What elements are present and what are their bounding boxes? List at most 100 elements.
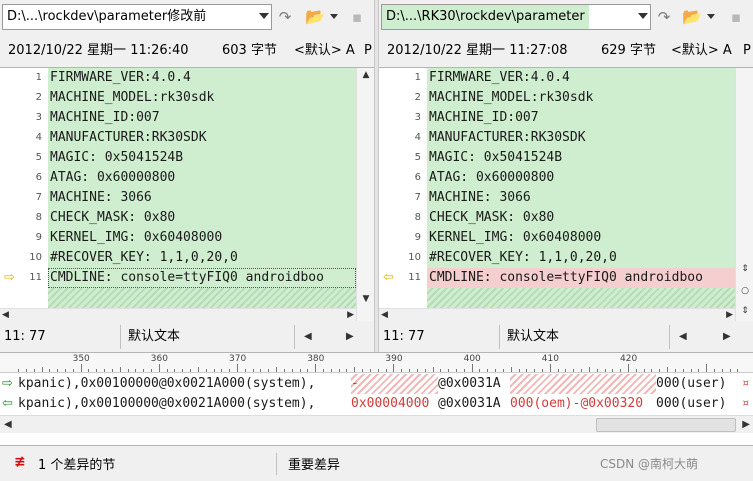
divider <box>120 325 121 349</box>
arrow-right-icon: ⇨ <box>2 376 13 391</box>
folder-open-icon[interactable]: 📂 <box>681 7 703 27</box>
chevron-down-icon[interactable] <box>638 13 648 19</box>
left-path-text[interactable]: D:\...\rockdev\parameter修改前 <box>3 5 210 29</box>
text-line[interactable]: CHECK_MASK: 0x80 <box>427 208 735 228</box>
scroll-right-icon[interactable]: ▶ <box>726 310 733 320</box>
same-segment: kpanic),0x00100000@0x0021A000(system), <box>18 376 316 391</box>
scroll-down-icon[interactable]: ▼ <box>361 294 371 304</box>
text-line[interactable]: MACHINE_ID:007 <box>427 108 735 128</box>
chevron-down-icon[interactable] <box>330 14 338 19</box>
text-line[interactable]: CHECK_MASK: 0x80 <box>48 208 356 228</box>
compare-line-right[interactable]: ⇦ kpanic),0x00100000@0x0021A000(system),… <box>0 394 753 414</box>
left-vscrollbar[interactable]: ▲ ▼ <box>356 68 374 321</box>
right-file-info: 2012/10/22 星期一 11:27:08 629 字节 <默认> A P <box>379 37 753 65</box>
left-text-area[interactable]: FIRMWARE_VER:4.0.4 MACHINE_MODEL:rk30sdk M… <box>48 68 356 308</box>
scroll-up-down-icon[interactable]: ⇕ <box>740 264 750 274</box>
chevron-down-icon[interactable] <box>707 14 715 19</box>
text-line[interactable]: MANUFACTURER:RK30SDK <box>427 128 735 148</box>
text-line[interactable]: ATAG: 0x60000800 <box>427 168 735 188</box>
diff-line[interactable]: CMDLINE: console=ttyFIQ0 androidboo <box>48 268 356 288</box>
ruler-tick <box>143 369 145 372</box>
scroll-left-icon[interactable]: ◀ <box>381 310 388 320</box>
ruler-label: 410 <box>541 354 559 364</box>
right-vscrollbar[interactable]: ⇕ ○ ⇕ <box>735 68 753 321</box>
text-line[interactable]: #RECOVER_KEY: 1,1,0,20,0 <box>48 248 356 268</box>
right-cursor-position: 11: 77 <box>383 329 425 344</box>
refresh-icon[interactable]: ↷ <box>276 7 294 27</box>
text-line[interactable]: MACHINE_MODEL:rk30sdk <box>48 88 356 108</box>
scroll-thumb[interactable] <box>596 418 736 432</box>
ruler-tick <box>377 369 379 372</box>
ruler-tick <box>534 369 536 372</box>
ruler-tick <box>581 369 582 372</box>
left-text-encoding[interactable]: 默认文本 <box>128 322 180 352</box>
diff-line[interactable]: CMDLINE: console=ttyFIQ0 androidboo <box>427 268 735 288</box>
scroll-left-icon[interactable]: ◀ <box>304 322 312 352</box>
importance-label: 重要差异 <box>288 458 341 473</box>
right-path-combo[interactable]: D:\...\RK30\rockdev\parameter <box>381 4 651 30</box>
arrow-left-icon[interactable]: ⇦ <box>383 268 397 288</box>
ruler-tick <box>612 369 614 372</box>
text-line[interactable]: MAGIC: 0x5041524B <box>427 148 735 168</box>
save-icon[interactable]: ▪ <box>727 7 745 27</box>
ruler-label: 420 <box>620 354 638 364</box>
left-encoding[interactable]: <默认> A <box>294 37 355 65</box>
scroll-right-icon[interactable]: ▶ <box>347 310 354 320</box>
ruler-tick <box>541 369 543 372</box>
scroll-up-icon[interactable]: ▲ <box>361 70 371 80</box>
circle-icon[interactable]: ○ <box>740 286 750 296</box>
line-number: 2 <box>414 92 421 103</box>
scroll-up-down-icon[interactable]: ⇕ <box>740 306 750 316</box>
text-line[interactable]: FIRMWARE_VER:4.0.4 <box>48 68 356 88</box>
text-line[interactable]: MACHINE_ID:007 <box>48 108 356 128</box>
divider <box>669 325 670 349</box>
text-line[interactable]: ATAG: 0x60000800 <box>48 168 356 188</box>
right-text-area[interactable]: FIRMWARE_VER:4.0.4 MACHINE_MODEL:rk30sdk M… <box>427 68 735 308</box>
divider <box>276 453 277 475</box>
right-hscrollbar[interactable]: ◀ ▶ <box>379 308 735 321</box>
line-number: 1 <box>35 72 42 83</box>
left-pane: D:\...\rockdev\parameter修改前 ↷ 📂 ▪ 2012/1… <box>0 0 374 352</box>
same-segment: kpanic),0x00100000@0x0021A000(system), <box>18 396 316 411</box>
ruler-tick <box>96 369 98 372</box>
diff-section-count: 1 个差异的节 <box>38 458 116 473</box>
text-line[interactable]: KERNEL_IMG: 0x60408000 <box>48 228 356 248</box>
text-line[interactable]: MAGIC: 0x5041524B <box>48 148 356 168</box>
chevron-down-icon[interactable] <box>259 13 269 19</box>
left-editor[interactable]: 1 2 3 4 5 6 7 8 9 10 11 ⇨ FIRMWARE_VER:4.0.4 MACHINE… <box>0 67 374 321</box>
scroll-left-icon[interactable]: ◀ <box>4 419 12 430</box>
line-number: 5 <box>414 152 421 163</box>
ruler-tick <box>393 364 395 372</box>
scroll-right-icon[interactable]: ▶ <box>723 322 731 352</box>
scroll-right-icon[interactable]: ▶ <box>742 419 750 430</box>
line-number: 6 <box>414 172 421 183</box>
right-editor[interactable]: 1 2 3 4 5 6 7 8 9 10 11 ⇦ FIRMWARE_VER:4.0.4 MACHINE… <box>379 67 753 321</box>
scroll-right-icon[interactable]: ▶ <box>346 322 354 352</box>
text-line[interactable]: MANUFACTURER:RK30SDK <box>48 128 356 148</box>
text-line[interactable]: KERNEL_IMG: 0x60408000 <box>427 228 735 248</box>
compare-line-left[interactable]: ⇨ kpanic),0x00100000@0x0021A000(system),… <box>0 374 753 394</box>
right-path-text[interactable]: D:\...\RK30\rockdev\parameter <box>382 5 589 29</box>
right-encoding[interactable]: <默认> A <box>671 37 732 65</box>
left-hscrollbar[interactable]: ◀ ▶ <box>0 308 356 321</box>
compare-hscrollbar[interactable]: ◀ ▶ <box>0 415 753 433</box>
text-line[interactable]: #RECOVER_KEY: 1,1,0,20,0 <box>427 248 735 268</box>
refresh-icon[interactable]: ↷ <box>655 7 673 27</box>
text-line[interactable]: MACHINE: 3066 <box>48 188 356 208</box>
scroll-left-icon[interactable]: ◀ <box>2 310 9 320</box>
line-number: 4 <box>414 132 421 143</box>
text-line[interactable]: MACHINE_MODEL:rk30sdk <box>427 88 735 108</box>
line-number: 8 <box>35 212 42 223</box>
ruler-tick <box>119 367 121 372</box>
folder-open-icon[interactable]: 📂 <box>304 7 326 27</box>
right-pane: D:\...\RK30\rockdev\parameter ↷ 📂 ▪ 2012… <box>379 0 753 352</box>
left-path-combo[interactable]: D:\...\rockdev\parameter修改前 <box>2 4 272 30</box>
ruler-tick <box>174 369 176 372</box>
scroll-left-icon[interactable]: ◀ <box>679 322 687 352</box>
text-line[interactable]: MACHINE: 3066 <box>427 188 735 208</box>
arrow-right-icon[interactable]: ⇨ <box>4 268 18 288</box>
ruler-label: 350 <box>72 354 90 364</box>
text-line[interactable]: FIRMWARE_VER:4.0.4 <box>427 68 735 88</box>
save-icon[interactable]: ▪ <box>348 7 366 27</box>
right-text-encoding[interactable]: 默认文本 <box>507 322 559 352</box>
